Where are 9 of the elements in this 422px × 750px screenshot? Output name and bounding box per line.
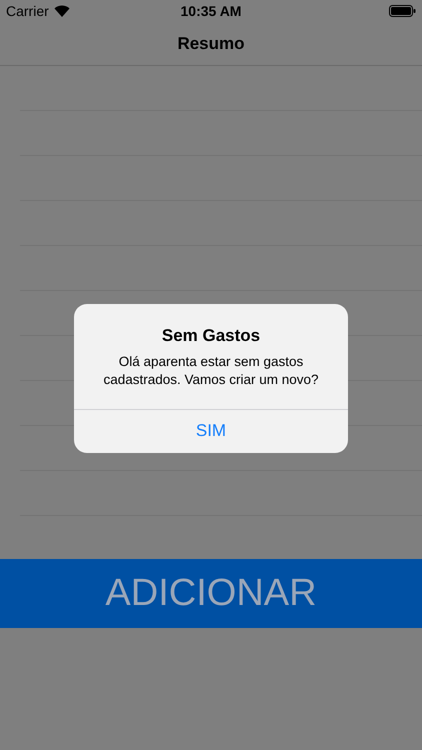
alert-message: Olá aparenta estar sem gastos cadastrados. Vamos criar um novo?	[102, 352, 320, 388]
clock: 10:35 AM	[180, 2, 242, 20]
battery-icon	[389, 5, 416, 17]
nav-title: Resumo	[177, 32, 245, 55]
alert-button[interactable]: SIM	[74, 408, 348, 452]
carrier-name: Carrier	[6, 2, 49, 20]
alert-title: Sem Gastos	[162, 325, 260, 347]
wifi-icon	[54, 5, 70, 17]
add-button[interactable]: ADICIONAR	[0, 559, 422, 628]
